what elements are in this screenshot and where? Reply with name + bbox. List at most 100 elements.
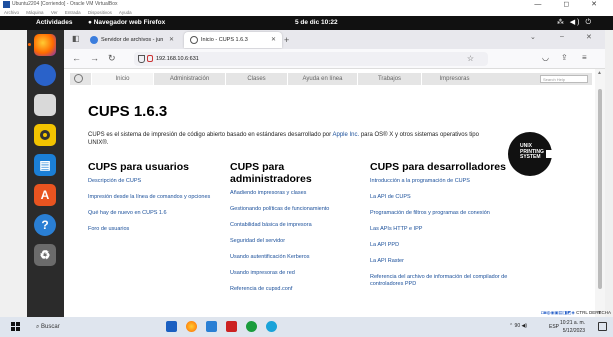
- edge-icon[interactable]: [266, 321, 277, 332]
- link-seguridad[interactable]: Seguridad del servidor: [230, 238, 340, 245]
- link-impresion-linea-comandos[interactable]: Impresión desde la línea de comandos y o…: [88, 194, 218, 201]
- menu-maquina[interactable]: Máquina: [26, 10, 43, 15]
- list-tabs-icon[interactable]: ⌄: [530, 33, 536, 41]
- link-api-cups[interactable]: La API de CUPS: [370, 194, 510, 201]
- app-green-icon[interactable]: [246, 321, 257, 332]
- app-menu[interactable]: ● Navegador web Firefox: [88, 16, 165, 30]
- notification-icon[interactable]: [598, 322, 607, 331]
- menu-archivo[interactable]: Archivo: [4, 10, 19, 15]
- column-administradores: CUPS para administradores Añadiendo impr…: [230, 161, 340, 302]
- windows-taskbar: ⌕ Buscar ⌃ 90 ◀) ESP 10:21 a. m. 5/12/20…: [0, 317, 613, 337]
- taskbar-clock[interactable]: 10:21 a. m. 5/12/2023: [560, 319, 585, 335]
- menu-icon[interactable]: ≡: [582, 53, 587, 62]
- link-intro-programacion[interactable]: Introducción a la programación de CUPS: [370, 178, 510, 185]
- minimize-icon[interactable]: –: [560, 33, 564, 40]
- pocket-icon[interactable]: ◡: [542, 53, 549, 62]
- firefox-window: ◧ Servidor de archivos - jun ✕ Inicio - …: [64, 30, 605, 317]
- writer-icon[interactable]: ▤: [34, 154, 56, 176]
- scrollbar-thumb[interactable]: [598, 89, 602, 289]
- column-usuarios: CUPS para usuarios Descripción de CUPS I…: [88, 161, 218, 242]
- vbox-status-bar: ◘◙◍◉▣▤◨◩◈ CTRL DERECHA: [443, 309, 613, 317]
- nav-ayuda[interactable]: Ayuda en línea: [287, 73, 357, 85]
- taskbar-search[interactable]: ⌕ Buscar: [36, 321, 60, 333]
- nav-impresoras[interactable]: Impresoras: [421, 73, 487, 85]
- firefox-icon[interactable]: [28, 34, 56, 56]
- app-red-icon[interactable]: [226, 321, 237, 332]
- close-tab-icon[interactable]: ✕: [271, 32, 276, 48]
- forward-icon[interactable]: →: [90, 53, 99, 63]
- tab-cups-inicio[interactable]: Inicio - CUPS 1.6.3 ✕: [184, 32, 282, 48]
- link-filtros[interactable]: Programación de filtros y programas de c…: [370, 210, 510, 217]
- insecure-lock-icon[interactable]: [147, 55, 153, 62]
- nav-clases[interactable]: Clases: [225, 73, 287, 85]
- search-help-input[interactable]: Search Help: [540, 75, 588, 83]
- gnome-top-bar: Actividades ● Navegador web Firefox 5 de…: [0, 16, 613, 30]
- link-api-raster[interactable]: La API Raster: [370, 258, 510, 265]
- share-icon[interactable]: ⇪: [561, 53, 568, 62]
- link-anadiendo-impresoras[interactable]: Añadiendo impresoras y clases: [230, 190, 340, 197]
- link-impresoras-red[interactable]: Usando impresoras de red: [230, 270, 340, 277]
- link-descripcion[interactable]: Descripción de CUPS: [88, 178, 218, 185]
- reload-icon[interactable]: ↻: [108, 53, 116, 64]
- clock[interactable]: 5 de dic 10:22: [295, 16, 338, 30]
- link-novedades[interactable]: Qué hay de nuevo en CUPS 1.6: [88, 210, 218, 217]
- trash-icon[interactable]: ♻: [34, 244, 56, 266]
- vbox-status-icons[interactable]: ◘◙◍◉▣▤◨◩◈: [541, 310, 576, 315]
- url-bar[interactable]: 192.168.10.6:631 ☆: [134, 52, 488, 66]
- system-tray-icons[interactable]: ⁂ ◀) ⏻: [557, 16, 593, 30]
- firefox-taskbar-icon[interactable]: [186, 321, 197, 332]
- tab-servidor-archivos[interactable]: Servidor de archivos - jun ✕: [84, 32, 180, 48]
- cups-logo-icon[interactable]: [74, 74, 83, 83]
- menu-ayuda[interactable]: Ayuda: [119, 10, 132, 15]
- column-desarrolladores: CUPS para desarrolladores Introducción a…: [370, 161, 510, 297]
- section-heading: CUPS para desarrolladores: [370, 161, 506, 173]
- intro-text: CUPS es el sistema de impresión de códig…: [88, 132, 479, 146]
- cups-page: Inicio Administración Clases Ayuda en lí…: [64, 69, 595, 317]
- link-politicas[interactable]: Gestionando políticas de funcionamiento: [230, 206, 340, 213]
- section-heading: CUPS para administradores: [230, 161, 312, 185]
- url-text[interactable]: 192.168.10.6:631: [156, 56, 199, 62]
- link-kerberos[interactable]: Usando autentificación Kerberos: [230, 254, 340, 261]
- app-center-icon[interactable]: A: [34, 184, 56, 206]
- language-indicator[interactable]: ESP: [549, 323, 559, 331]
- virtualbox-icon: [3, 1, 10, 8]
- bookmark-star-icon[interactable]: ☆: [467, 52, 474, 66]
- menu-entrada[interactable]: Entrada: [65, 10, 81, 15]
- page-title: CUPS 1.6.3: [88, 103, 168, 120]
- link-contabilidad[interactable]: Contabilidad básica de impresora: [230, 222, 340, 229]
- nav-inicio[interactable]: Inicio: [91, 73, 153, 85]
- files-icon[interactable]: [34, 94, 56, 116]
- close-window-icon[interactable]: ✕: [586, 33, 592, 41]
- page-scrollbar[interactable]: ▲ ▼: [595, 69, 605, 317]
- close-tab-icon[interactable]: ✕: [169, 32, 174, 48]
- link-api-ppd[interactable]: La API PPD: [370, 242, 510, 249]
- link-cupsd-conf[interactable]: Referencia de cupsd.conf: [230, 286, 340, 293]
- virtualbox-taskbar-icon[interactable]: [206, 321, 217, 332]
- rhythmbox-icon[interactable]: [34, 124, 56, 146]
- ubuntu-dock: ▤ A ? ♻: [27, 30, 64, 317]
- tray-icons[interactable]: ⌃ 90 ◀): [509, 323, 527, 329]
- thunderbird-icon[interactable]: [34, 64, 56, 86]
- apple-link[interactable]: Apple Inc.: [332, 132, 359, 138]
- vbox-window-title: Ubuntu2204 [Corriendo] - Oracle VM Virtu…: [12, 1, 118, 7]
- tab-favicon: [90, 36, 98, 44]
- vbox-menu-bar: Archivo Máquina Ver Entrada Dispositivos…: [0, 9, 613, 16]
- menu-ver[interactable]: Ver: [51, 10, 58, 15]
- nav-administracion[interactable]: Administración: [153, 73, 225, 85]
- tracking-shield-icon[interactable]: [138, 55, 145, 63]
- link-compilador-ppd[interactable]: Referencia del archivo de información de…: [370, 274, 510, 288]
- help-icon[interactable]: ?: [34, 214, 56, 236]
- nav-trabajos[interactable]: Trabajos: [357, 73, 421, 85]
- unix-printing-system-logo: UNIX PRINTING SYSTEM: [508, 132, 554, 176]
- firefox-view-icon[interactable]: ◧: [72, 34, 80, 43]
- activities-button[interactable]: Actividades: [36, 16, 73, 30]
- link-apis-http-ipp[interactable]: Las APIs HTTP e IPP: [370, 226, 510, 233]
- scroll-up-arrow-icon[interactable]: ▲: [597, 70, 602, 76]
- task-view-icon[interactable]: [166, 321, 177, 332]
- menu-dispositivos[interactable]: Dispositivos: [88, 10, 112, 15]
- windows-start-icon[interactable]: [11, 322, 20, 331]
- window-controls[interactable]: — ◻ ✕: [534, 0, 607, 9]
- back-icon[interactable]: ←: [72, 53, 81, 63]
- link-foro-usuarios[interactable]: Foro de usuarios: [88, 226, 218, 233]
- new-tab-button[interactable]: +: [284, 32, 289, 48]
